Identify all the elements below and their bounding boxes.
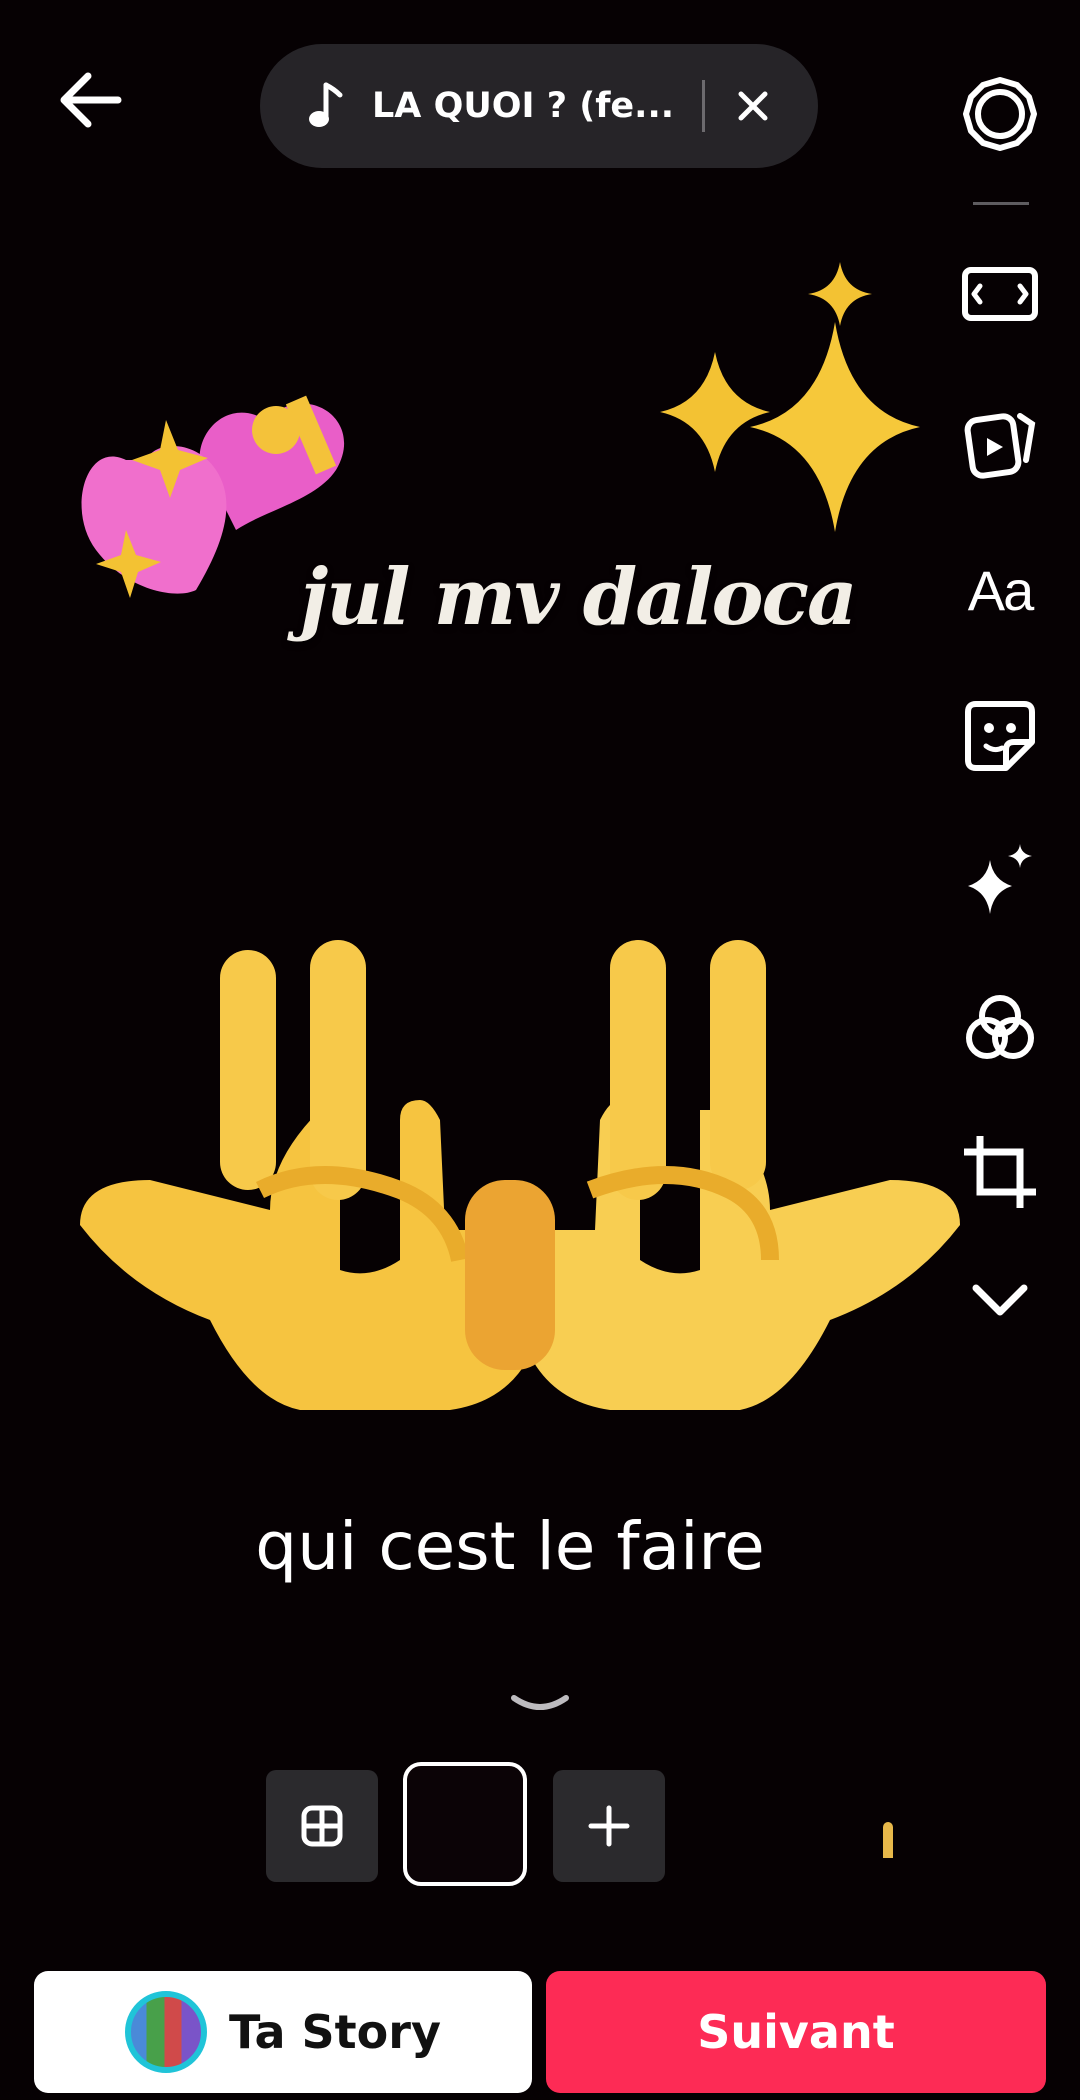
- close-icon[interactable]: [733, 86, 773, 126]
- music-title: LA QUOI ? (fe...: [372, 86, 675, 126]
- sticker-icon: [965, 701, 1035, 771]
- plus-icon: [588, 1805, 630, 1847]
- filters-button[interactable]: [958, 986, 1042, 1070]
- hand-gesture-emoji[interactable]: [70, 930, 970, 1420]
- arrow-left-icon: [60, 72, 122, 128]
- divider: [702, 80, 705, 132]
- timeline-marker: [883, 1822, 893, 1858]
- text-tool-label: Aa: [967, 558, 1034, 622]
- add-clip-button[interactable]: [553, 1770, 665, 1882]
- sparkles-emoji[interactable]: [610, 262, 980, 542]
- text-sticker[interactable]: jul mv daloca: [300, 552, 858, 643]
- gear-icon: [963, 77, 1037, 151]
- avatar: [125, 1991, 208, 2073]
- story-label: Ta Story: [229, 2005, 441, 2059]
- clip-thumbnail[interactable]: [403, 1762, 527, 1886]
- settings-button[interactable]: [958, 72, 1042, 156]
- chevron-down-icon[interactable]: [510, 1690, 570, 1720]
- rail-divider: [973, 202, 1029, 205]
- sparkles-icon: [968, 844, 1032, 914]
- sticker-button[interactable]: [958, 694, 1042, 778]
- story-button[interactable]: Ta Story: [34, 1971, 532, 2093]
- grid-icon: [301, 1805, 343, 1847]
- text-tool-button[interactable]: Aa: [958, 548, 1042, 632]
- caption-text[interactable]: qui cest le faire: [0, 1508, 1020, 1585]
- back-button[interactable]: [50, 60, 130, 140]
- music-selector[interactable]: LA QUOI ? (fe...: [260, 44, 818, 168]
- music-note-icon: [309, 82, 343, 127]
- effects-button[interactable]: [958, 838, 1042, 922]
- more-tools-button[interactable]: [958, 1258, 1042, 1342]
- crop-icon: [964, 1136, 1036, 1208]
- chevron-down-icon: [972, 1284, 1028, 1316]
- filters-icon: [966, 995, 1034, 1059]
- clips-grid-button[interactable]: [266, 1770, 378, 1882]
- crop-button[interactable]: [958, 1130, 1042, 1214]
- next-button[interactable]: Suivant: [546, 1971, 1046, 2093]
- next-label: Suivant: [697, 2005, 895, 2059]
